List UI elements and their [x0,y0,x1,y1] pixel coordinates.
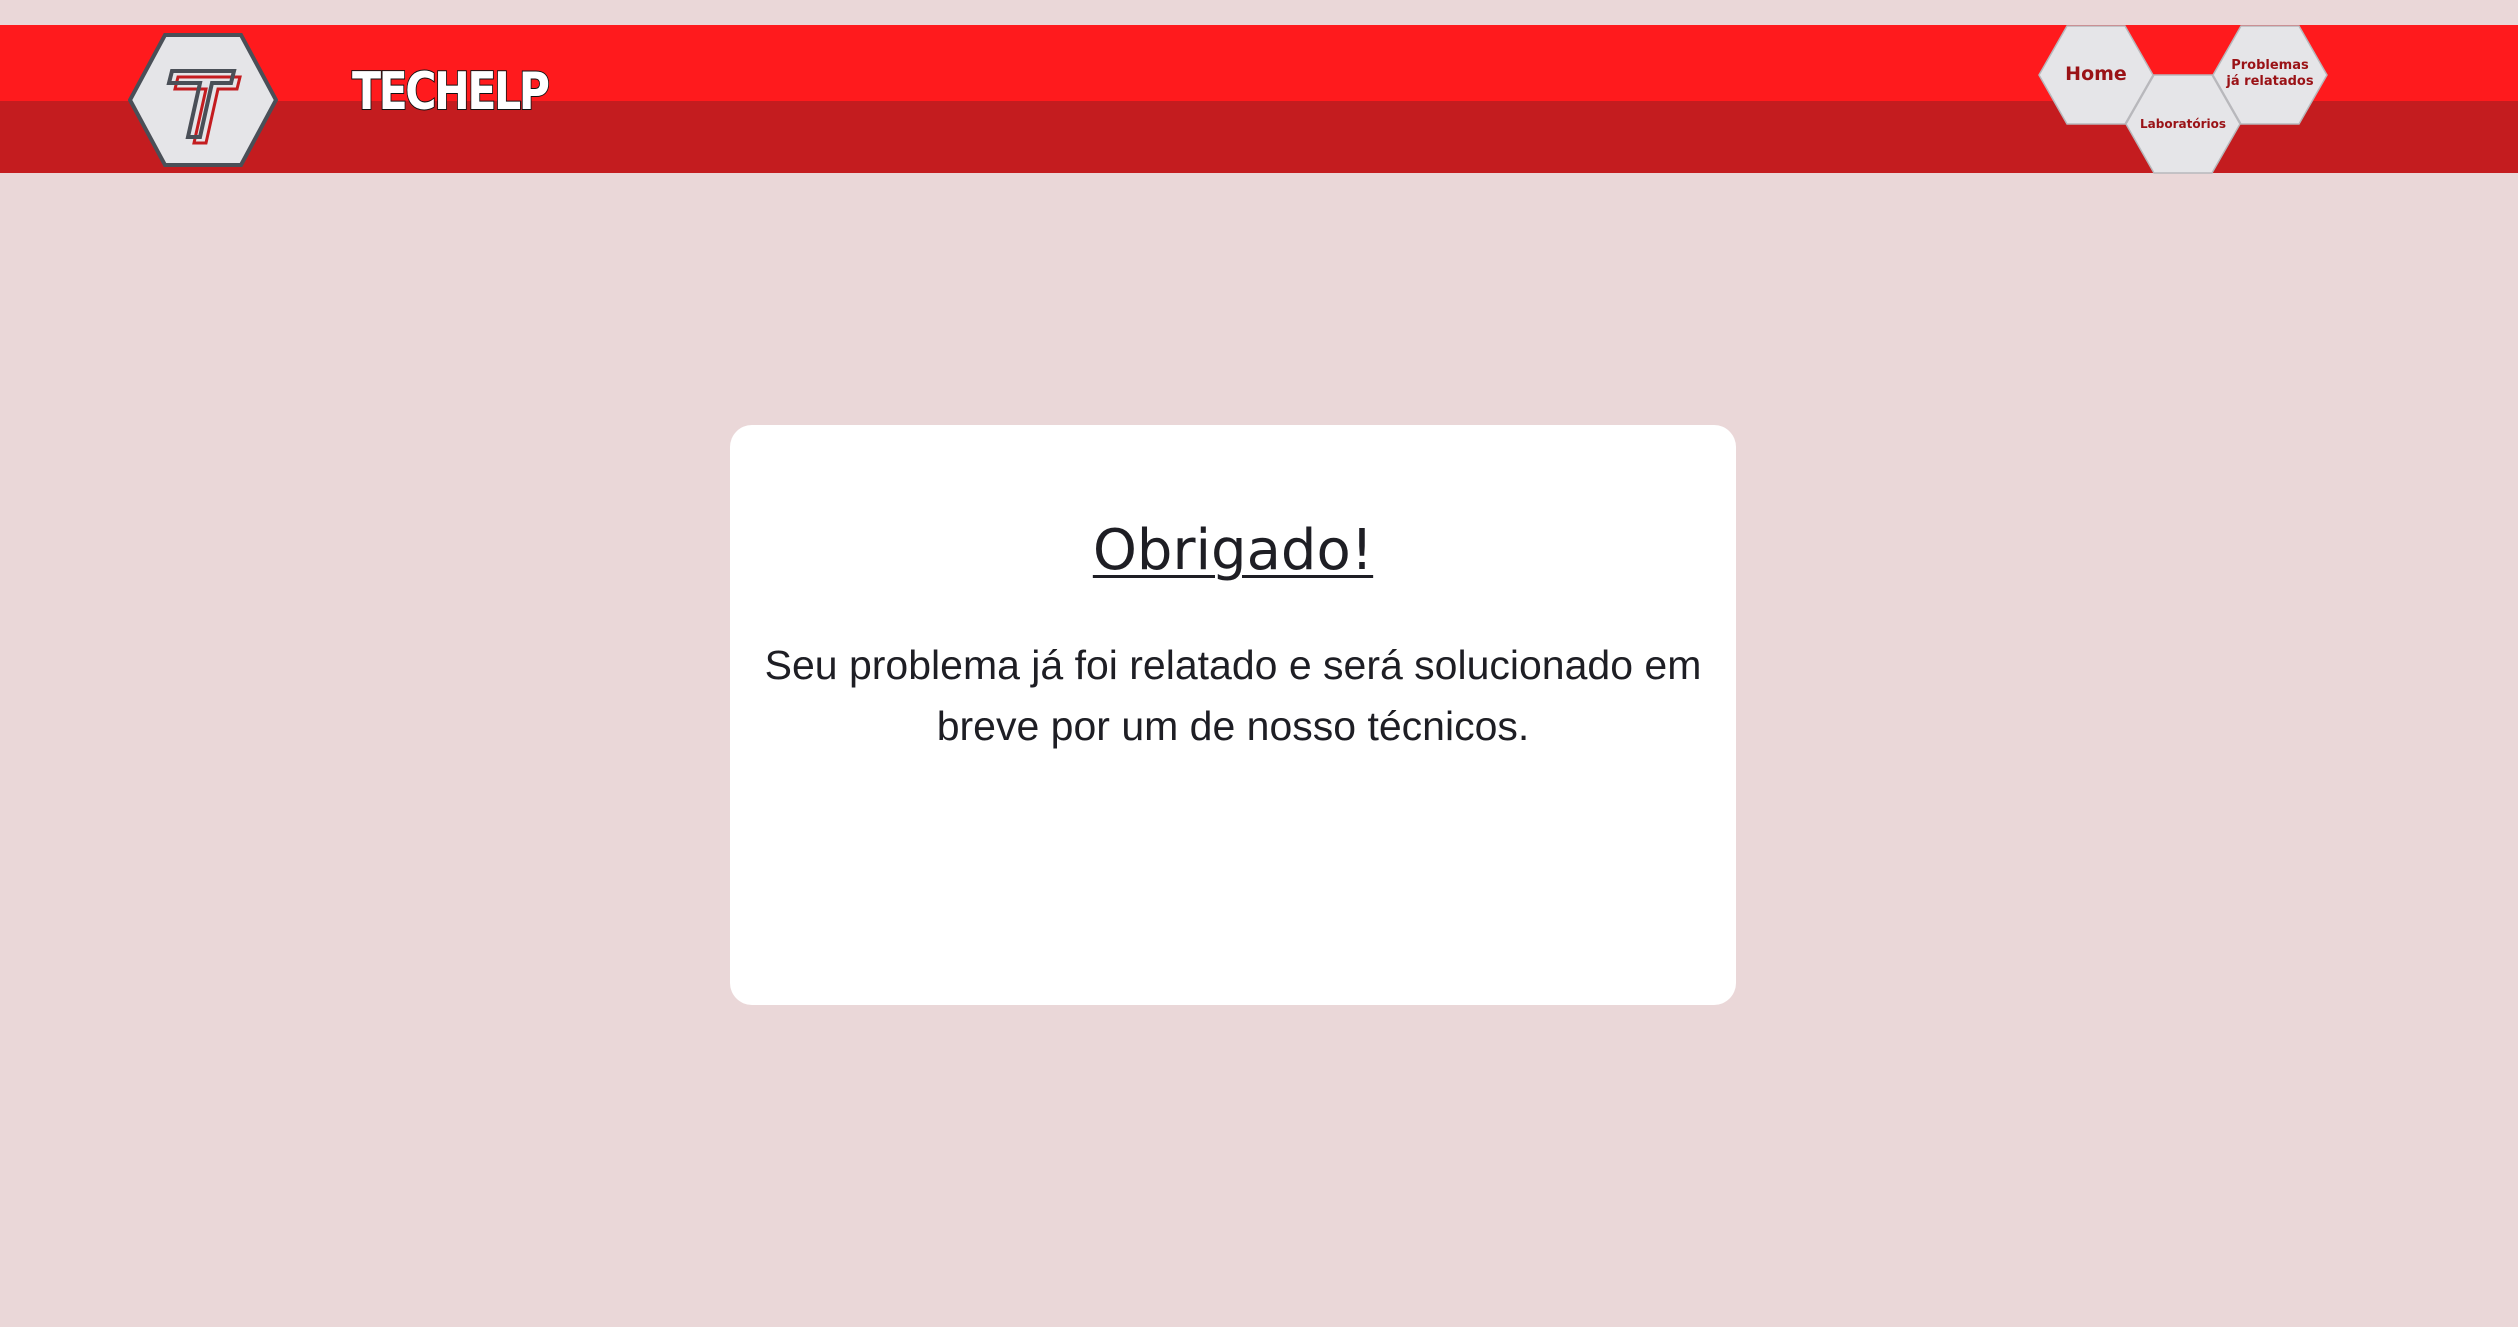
brand-name[interactable]: TECHELP [351,65,551,119]
nav-problems-button[interactable]: Problemas já relatados [2212,25,2328,125]
nav-problems-label: Problemas já relatados [2212,25,2328,125]
card-message: Seu problema já foi relatado e será solu… [764,642,1702,749]
confirmation-card: Obrigado! Seu problema já foi relatado e… [730,425,1736,1005]
page: TECHELP Home Laboratórios Problemas já r… [0,0,2518,1327]
nav-problems-line2: já relatados [2226,74,2314,89]
card-title: Obrigado! [1092,518,1374,583]
nav-problems-line1: Problemas [2231,57,2309,73]
logo-hexagon[interactable] [127,33,279,167]
